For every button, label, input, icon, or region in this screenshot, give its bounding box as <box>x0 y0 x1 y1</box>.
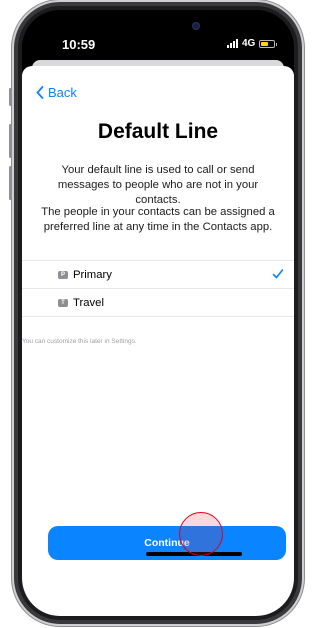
home-indicator[interactable] <box>146 552 242 556</box>
back-label: Back <box>48 85 77 100</box>
network-type: 4G <box>242 38 256 49</box>
chevron-left-icon <box>36 86 44 99</box>
battery-level <box>261 41 269 46</box>
line-option-label: Primary <box>73 268 112 281</box>
status-bar: 10:59 4G <box>22 10 294 62</box>
notch <box>144 20 212 34</box>
front-camera <box>192 22 200 30</box>
volume-down-button <box>9 166 12 200</box>
line-options-list: P Primary T Travel <box>22 260 294 317</box>
sim-badge-icon: P <box>58 270 68 279</box>
mute-switch <box>9 88 12 106</box>
sim-badge-icon: T <box>58 298 68 307</box>
volume-up-button <box>9 124 12 158</box>
battery-icon <box>259 39 278 48</box>
phone-screen: 10:59 4G Back Default Line Your default … <box>22 10 294 616</box>
default-line-sheet: Back Default Line Your default line is u… <box>22 66 294 616</box>
description-default-line: Your default line is used to call or sen… <box>57 164 259 206</box>
status-indicators: 4G <box>227 38 278 49</box>
status-time: 10:59 <box>62 37 96 52</box>
description-contacts: The people in your contacts can be assig… <box>41 206 275 233</box>
cellular-signal-icon <box>227 39 238 48</box>
line-option-label: Travel <box>73 296 104 309</box>
page-title: Default Line <box>97 120 219 143</box>
line-option-travel[interactable]: T Travel <box>22 288 294 316</box>
checkmark-icon <box>272 269 284 279</box>
back-button[interactable]: Back <box>36 85 77 100</box>
settings-footnote: You can customize this later in Settings… <box>22 338 137 345</box>
line-option-primary[interactable]: P Primary <box>22 261 294 288</box>
